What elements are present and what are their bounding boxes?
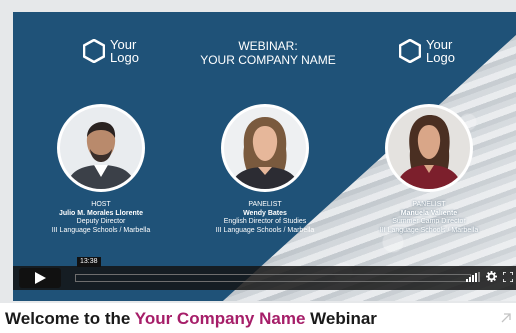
panelist-name: Manuela Valiente <box>400 209 458 217</box>
webinar-heading-line1: WEBINAR: <box>238 39 298 53</box>
panelist-org: III Language Schools / Marbella <box>215 226 315 234</box>
volume-bars-icon[interactable] <box>466 271 480 282</box>
logo-text-line2: Logo <box>110 50 139 65</box>
person-silhouette-icon <box>388 107 470 189</box>
host-org: III Language Schools / Marbella <box>51 226 151 234</box>
hexagon-logo-icon <box>399 39 421 63</box>
webinar-heading: WEBINAR: YOUR COMPANY NAME <box>188 39 348 67</box>
logo-left: Your Logo <box>83 38 139 64</box>
avatar-ring <box>221 104 309 192</box>
play-icon <box>35 272 46 284</box>
video-controls: 13:38 <box>13 257 516 290</box>
host-title: Deputy Director <box>76 218 126 225</box>
hexagon-logo-icon <box>83 39 105 63</box>
title-suffix: Webinar <box>310 309 377 328</box>
title-prefix: Welcome to the <box>5 309 131 328</box>
host-avatar <box>60 107 142 189</box>
avatar-ring <box>385 104 473 192</box>
person-silhouette-icon <box>224 107 306 189</box>
progress-scrubber[interactable] <box>75 274 471 282</box>
panelist-title: English Director of Studies <box>223 218 307 225</box>
host-name: Julio M. Morales Llorente <box>58 209 143 217</box>
page-title: Welcome to the Your Company Name Webinar <box>5 309 377 329</box>
panelist-org: III Language Schools / Marbella <box>379 226 479 234</box>
time-badge: 13:38 <box>77 257 101 267</box>
gear-icon[interactable] <box>486 271 497 282</box>
panelist-card: PANELIST Manuela Valiente Summer Camp Di… <box>354 104 504 235</box>
panelist-avatar <box>388 107 470 189</box>
panelist-name: Wendy Bates <box>243 209 287 217</box>
logo-text-line2: Logo <box>426 50 455 65</box>
avatar-ring <box>57 104 145 192</box>
title-accent: Your Company Name <box>134 309 306 328</box>
person-silhouette-icon <box>60 107 142 189</box>
host-card: HOST Julio M. Morales Llorente Deputy Di… <box>26 104 176 235</box>
fullscreen-icon[interactable] <box>503 271 513 282</box>
panelist-role: PANELIST <box>412 201 446 208</box>
panelist-avatar <box>224 107 306 189</box>
play-button[interactable] <box>19 268 61 288</box>
panelist-role: PANELIST <box>248 201 282 208</box>
webinar-heading-line2: YOUR COMPANY NAME <box>200 53 336 67</box>
panelist-title: Summer Camp Director <box>392 218 466 225</box>
share-arrow-icon[interactable] <box>500 312 512 327</box>
host-role: HOST <box>91 201 111 208</box>
panelist-card: PANELIST Wendy Bates English Director of… <box>190 104 340 235</box>
logo-right: Your Logo <box>399 38 455 64</box>
